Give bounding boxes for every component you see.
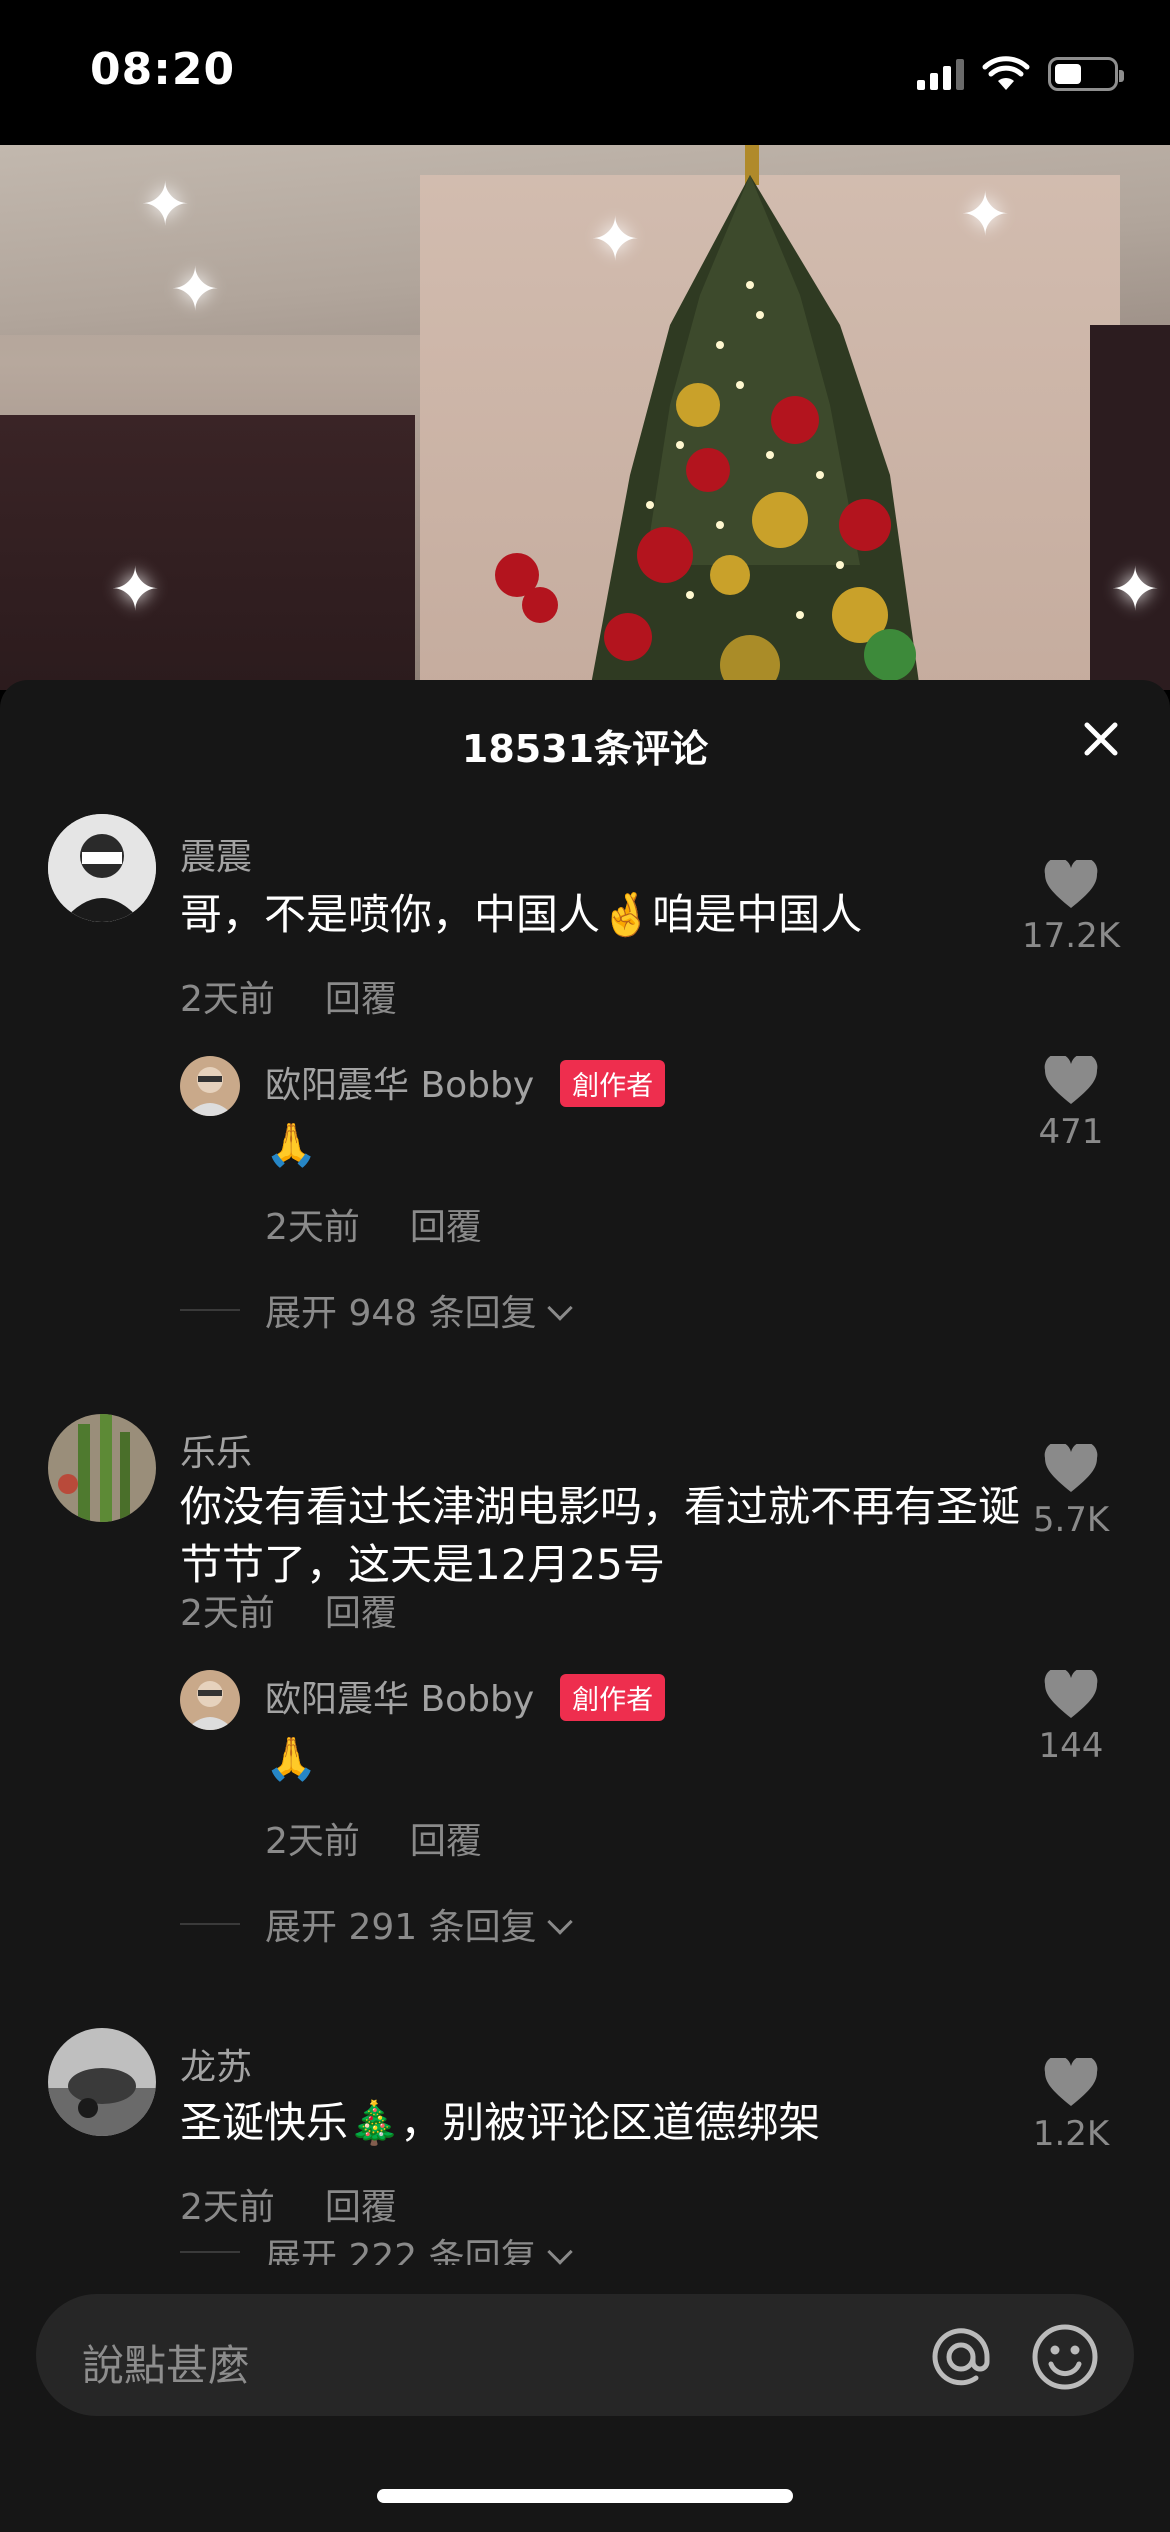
chevron-down-icon — [546, 2239, 573, 2265]
reply-button[interactable]: 回覆 — [410, 1207, 482, 1248]
comment-input[interactable]: 說點甚麼 — [36, 2294, 1134, 2416]
comment-list[interactable]: 震震 哥，不是喷你，中国人🤞咱是中国人 2天前 回覆 17.2K 欧阳震华 Bo… — [0, 800, 1170, 2265]
heart-icon — [1044, 1056, 1098, 1104]
avatar[interactable] — [180, 1056, 240, 1116]
avatar[interactable] — [48, 2028, 156, 2136]
comment-text: 你没有看过长津湖电影吗，看过就不再有圣诞节节了，这天是12月25号 — [180, 1482, 1021, 1589]
home-indicator[interactable] — [377, 2489, 793, 2503]
reply-meta: 2天前 回覆 — [265, 1812, 482, 1864]
christmas-tree-image — [495, 145, 920, 690]
heart-icon — [1044, 2058, 1098, 2106]
comment-meta: 2天前 回覆 — [180, 1584, 397, 1636]
sheet-header: 18531条评论 — [0, 680, 1170, 800]
like-button[interactable]: 1.2K — [996, 2058, 1146, 2154]
reply-button[interactable]: 回覆 — [325, 1593, 397, 1634]
chevron-down-icon — [546, 1295, 573, 1321]
reply-text: 🙏 — [265, 1734, 318, 1783]
comment-username[interactable]: 龙苏 — [180, 2038, 252, 2090]
comment-text: 圣诞快乐🎄，别被评论区道德绑架 — [180, 2098, 821, 2147]
comment-username[interactable]: 震震 — [180, 828, 252, 880]
wifi-icon — [982, 56, 1030, 90]
comment-username[interactable]: 乐乐 — [180, 1424, 252, 1476]
comment-sheet: 18531条评论 震震 哥，不是喷你，中国人🤞咱是中国人 2天前 回覆 17.2… — [0, 680, 1170, 2532]
cellular-signal-icon — [917, 58, 964, 90]
chevron-down-icon — [546, 1909, 573, 1935]
reply-meta: 2天前 回覆 — [265, 1198, 482, 1250]
reply-button[interactable]: 回覆 — [325, 2187, 397, 2228]
avatar[interactable] — [180, 1670, 240, 1730]
like-count: 1.2K — [1032, 2114, 1110, 2154]
emoji-icon[interactable] — [1030, 2322, 1100, 2392]
heart-icon — [1044, 1670, 1098, 1718]
comment-time: 2天前 — [180, 979, 275, 1020]
status-icons — [917, 54, 1124, 94]
expand-replies-button[interactable]: 展开 291 条回复 — [265, 1898, 573, 1950]
heart-icon — [1044, 1444, 1098, 1492]
video-preview[interactable]: ✦ ✦ ✦ ✦ ✦ ✦ — [0, 145, 1170, 690]
battery-icon — [1048, 57, 1124, 91]
reply-button[interactable]: 回覆 — [325, 979, 397, 1020]
like-count: 17.2K — [1022, 916, 1120, 956]
close-icon[interactable] — [1076, 714, 1126, 764]
reply-time: 2天前 — [265, 1821, 360, 1862]
status-bar: 08:20 — [0, 0, 1170, 145]
like-count: 471 — [1038, 1112, 1104, 1152]
like-button[interactable]: 144 — [996, 1670, 1146, 1766]
input-placeholder: 說點甚麼 — [82, 2341, 251, 2390]
like-button[interactable]: 471 — [996, 1056, 1146, 1152]
heart-icon — [1044, 860, 1098, 908]
status-time: 08:20 — [90, 44, 236, 95]
comment-meta: 2天前 回覆 — [180, 970, 397, 1022]
reply-username[interactable]: 欧阳震华 Bobby 創作者 — [265, 1056, 666, 1111]
comment-time: 2天前 — [180, 2187, 275, 2228]
reply-button[interactable]: 回覆 — [410, 1821, 482, 1862]
avatar[interactable] — [48, 814, 156, 922]
like-button[interactable]: 17.2K — [996, 860, 1146, 956]
like-count: 5.7K — [1032, 1500, 1110, 1540]
like-button[interactable]: 5.7K — [996, 1444, 1146, 1540]
reply-time: 2天前 — [265, 1207, 360, 1248]
expand-replies-button[interactable]: 展开 948 条回复 — [265, 1284, 573, 1336]
like-count: 144 — [1038, 1726, 1104, 1766]
reply-text: 🙏 — [265, 1120, 318, 1169]
avatar[interactable] — [48, 1414, 156, 1522]
comment-text: 哥，不是喷你，中国人🤞咱是中国人 — [180, 890, 863, 939]
comment-time: 2天前 — [180, 1593, 275, 1634]
comment-meta: 2天前 回覆 — [180, 2178, 397, 2230]
reply-username[interactable]: 欧阳震华 Bobby 創作者 — [265, 1670, 666, 1725]
creator-badge: 創作者 — [560, 1673, 666, 1721]
screen: 08:20 ✦ ✦ ✦ ✦ ✦ ✦ 18531条评论 震震 哥，不是喷你，中国人… — [0, 0, 1170, 2532]
at-icon[interactable] — [928, 2324, 994, 2390]
comment-count-title: 18531条评论 — [461, 727, 709, 771]
creator-badge: 創作者 — [560, 1059, 666, 1107]
expand-replies-button[interactable]: 展开 222 条回复 — [265, 2228, 573, 2265]
